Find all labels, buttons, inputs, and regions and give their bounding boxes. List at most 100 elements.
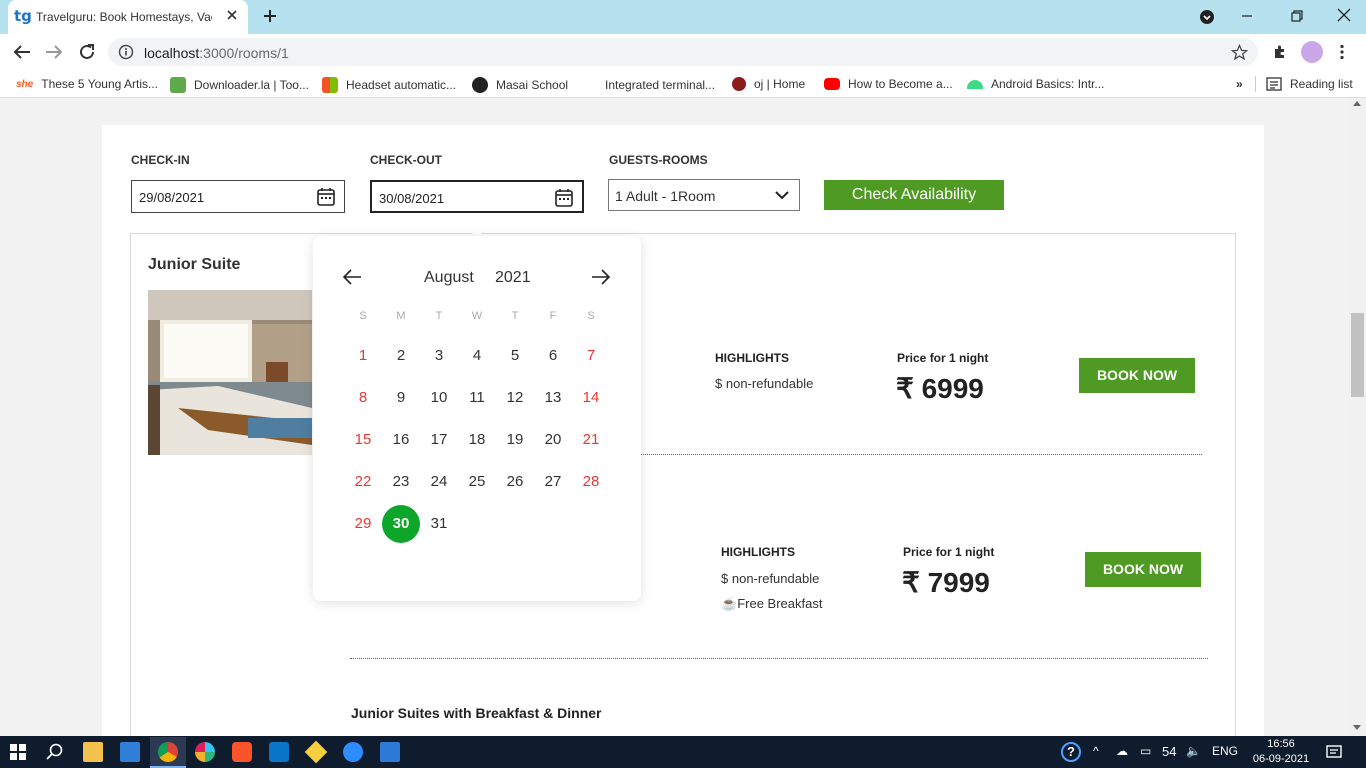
calendar-day[interactable]: 17 (420, 421, 458, 459)
calendar-day[interactable]: 28 (572, 463, 610, 501)
bookmark-item[interactable]: How to Become a... (824, 77, 953, 91)
scrollbar-thumb[interactable] (1351, 313, 1364, 397)
calendar-day[interactable]: 27 (534, 463, 572, 501)
bookmark-star-icon[interactable] (1231, 44, 1248, 61)
profile-avatar[interactable] (1301, 41, 1323, 63)
calendar-day[interactable]: 9 (382, 379, 420, 417)
url-path: :3000/rooms/1 (199, 45, 289, 61)
restore-icon[interactable] (1290, 9, 1304, 23)
scroll-up-icon[interactable] (1353, 101, 1361, 106)
calendar-day[interactable]: 23 (382, 463, 420, 501)
prev-month-icon[interactable] (342, 268, 362, 286)
check-availability-button[interactable]: Check Availability (824, 180, 1004, 210)
calendar-day[interactable]: 5 (496, 337, 534, 375)
window-close-icon[interactable] (1336, 7, 1352, 23)
clock-time[interactable]: 16:56 (1262, 738, 1300, 750)
calendar-day[interactable]: 1 (344, 337, 382, 375)
bookmark-item[interactable]: oj | Home (732, 77, 805, 91)
chrome-icon[interactable] (158, 742, 178, 762)
weekday-label: S (587, 310, 595, 322)
extensions-icon[interactable] (1272, 44, 1288, 60)
battery-icon[interactable]: ▭ (1140, 744, 1151, 758)
next-month-icon[interactable] (591, 268, 611, 286)
calendar-day[interactable]: 2 (382, 337, 420, 375)
bookmarks-divider (1255, 76, 1256, 92)
calendar-day[interactable]: 10 (420, 379, 458, 417)
calendar-icon[interactable] (316, 187, 336, 207)
calendar-day[interactable]: 16 (382, 421, 420, 459)
bookmarks-overflow-button[interactable]: » (1236, 77, 1243, 91)
url-text[interactable]: localhost:3000/rooms/1 (144, 45, 289, 61)
clock-date[interactable]: 06-09-2021 (1246, 753, 1316, 765)
calendar-day[interactable]: 15 (344, 421, 382, 459)
calendar-icon[interactable] (554, 188, 574, 208)
calendar-day[interactable]: 18 (458, 421, 496, 459)
forward-icon[interactable] (45, 44, 63, 60)
tray-chevron-icon[interactable]: ^ (1093, 744, 1099, 758)
book-now-button[interactable]: BOOK NOW (1079, 358, 1195, 393)
minimize-icon[interactable] (1240, 9, 1254, 23)
calendar-day[interactable]: 29 (344, 505, 382, 543)
bookmark-item[interactable]: Integrated terminal... (581, 77, 715, 93)
windows-start-icon[interactable] (10, 744, 26, 760)
reload-icon[interactable] (78, 43, 96, 61)
tab-search-icon[interactable] (1199, 9, 1215, 25)
reading-list-button[interactable]: Reading list (1266, 77, 1353, 91)
guests-select[interactable]: 1 Adult - 1Room (608, 179, 800, 211)
language-indicator[interactable]: ENG (1212, 744, 1238, 758)
calendar-day[interactable]: 8 (344, 379, 382, 417)
search-icon[interactable] (46, 743, 64, 761)
calendar-day[interactable]: 25 (458, 463, 496, 501)
network-icon[interactable]: ☁ (1116, 744, 1128, 758)
bookmark-item[interactable]: Headset automatic... (322, 77, 456, 93)
page-scrollbar[interactable] (1349, 98, 1366, 736)
calendar-day[interactable]: 14 (572, 379, 610, 417)
calendar-day[interactable]: 4 (458, 337, 496, 375)
calendar-day-selected[interactable]: 30 (382, 505, 420, 543)
price-label: Price for 1 night (903, 545, 995, 559)
file-explorer-icon[interactable] (83, 742, 103, 762)
bookmark-label: These 5 Young Artis... (41, 77, 158, 91)
notifications-icon[interactable] (1326, 744, 1342, 760)
calendar-day[interactable]: 19 (496, 421, 534, 459)
bookmark-item[interactable]: Downloader.la | Too... (170, 77, 309, 93)
bookmark-item[interactable]: she These 5 Young Artis... (16, 77, 158, 91)
guests-value: 1 Adult - 1Room (615, 188, 716, 204)
zoom-icon[interactable] (343, 742, 363, 762)
scroll-down-icon[interactable] (1353, 725, 1361, 730)
bookmark-item[interactable]: Android Basics: Intr... (967, 77, 1104, 91)
checkin-input[interactable]: 29/08/2021 (131, 180, 345, 213)
calendar-day[interactable]: 7 (572, 337, 610, 375)
calendar-day[interactable]: 6 (534, 337, 572, 375)
calendar-day[interactable]: 24 (420, 463, 458, 501)
site-info-icon[interactable] (118, 44, 134, 60)
calendar-year[interactable]: 2021 (495, 269, 531, 287)
tab-title[interactable]: Travelguru: Book Homestays, Vac (36, 10, 212, 24)
calendar-day[interactable]: 31 (420, 505, 458, 543)
calendar-day[interactable]: 3 (420, 337, 458, 375)
menu-icon[interactable] (1339, 44, 1345, 60)
new-tab-icon[interactable] (262, 8, 278, 24)
slack-icon[interactable] (195, 742, 215, 762)
back-icon[interactable] (13, 44, 31, 60)
calendar-day[interactable]: 21 (572, 421, 610, 459)
calendar-day[interactable]: 11 (458, 379, 496, 417)
room-photo[interactable] (148, 290, 312, 455)
brave-icon[interactable] (232, 742, 252, 762)
calendar-day[interactable]: 22 (344, 463, 382, 501)
tab-close-icon[interactable] (226, 9, 238, 21)
photos-icon[interactable] (120, 742, 140, 762)
checkout-input[interactable]: 30/08/2021 (370, 180, 584, 213)
book-now-button[interactable]: BOOK NOW (1085, 552, 1201, 587)
volume-icon[interactable]: 🔈 (1186, 744, 1201, 758)
help-icon[interactable]: ? (1061, 742, 1081, 762)
calendar-day[interactable]: 20 (534, 421, 572, 459)
calendar-day[interactable]: 12 (496, 379, 534, 417)
vscode-icon[interactable] (269, 742, 289, 762)
calendar-day[interactable]: 13 (534, 379, 572, 417)
highlight-text: Free Breakfast (737, 596, 823, 611)
calendar-month[interactable]: August (424, 269, 474, 287)
bookmark-item[interactable]: Masai School (472, 77, 568, 93)
calendar-day[interactable]: 26 (496, 463, 534, 501)
mail-icon[interactable] (380, 742, 400, 762)
